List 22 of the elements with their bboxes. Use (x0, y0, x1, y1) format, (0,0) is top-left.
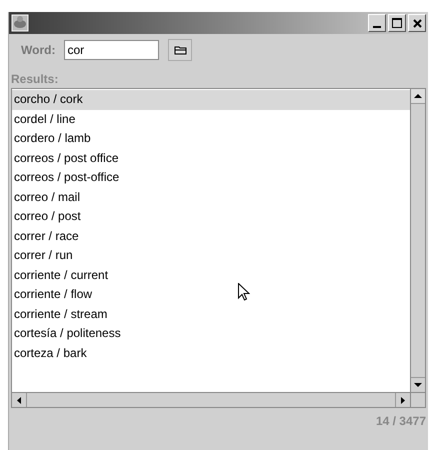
vertical-scrollbar[interactable] (411, 89, 425, 392)
result-item[interactable]: corcho / cork (12, 90, 410, 110)
close-icon (412, 18, 422, 28)
word-field[interactable]: cor (64, 40, 160, 60)
right-arrow-icon (401, 396, 405, 404)
minimize-button[interactable] (368, 14, 386, 32)
maximize-button[interactable] (388, 14, 406, 32)
up-arrow-icon (414, 94, 422, 98)
left-arrow-icon (17, 396, 21, 404)
folder-icon (174, 45, 187, 55)
open-button[interactable] (168, 39, 192, 61)
scroll-up-button[interactable] (411, 89, 425, 104)
horizontal-scrollbar[interactable] (12, 392, 410, 407)
mouse-pointer-icon (238, 283, 250, 301)
word-label: Word: (21, 42, 56, 59)
down-arrow-icon (414, 383, 422, 387)
results-label: Results: (11, 71, 60, 88)
maximize-icon (392, 18, 402, 28)
result-count: 14 / 3477 (376, 413, 426, 430)
close-button[interactable] (408, 14, 426, 32)
minimize-icon (373, 26, 381, 28)
app-icon (11, 14, 29, 32)
